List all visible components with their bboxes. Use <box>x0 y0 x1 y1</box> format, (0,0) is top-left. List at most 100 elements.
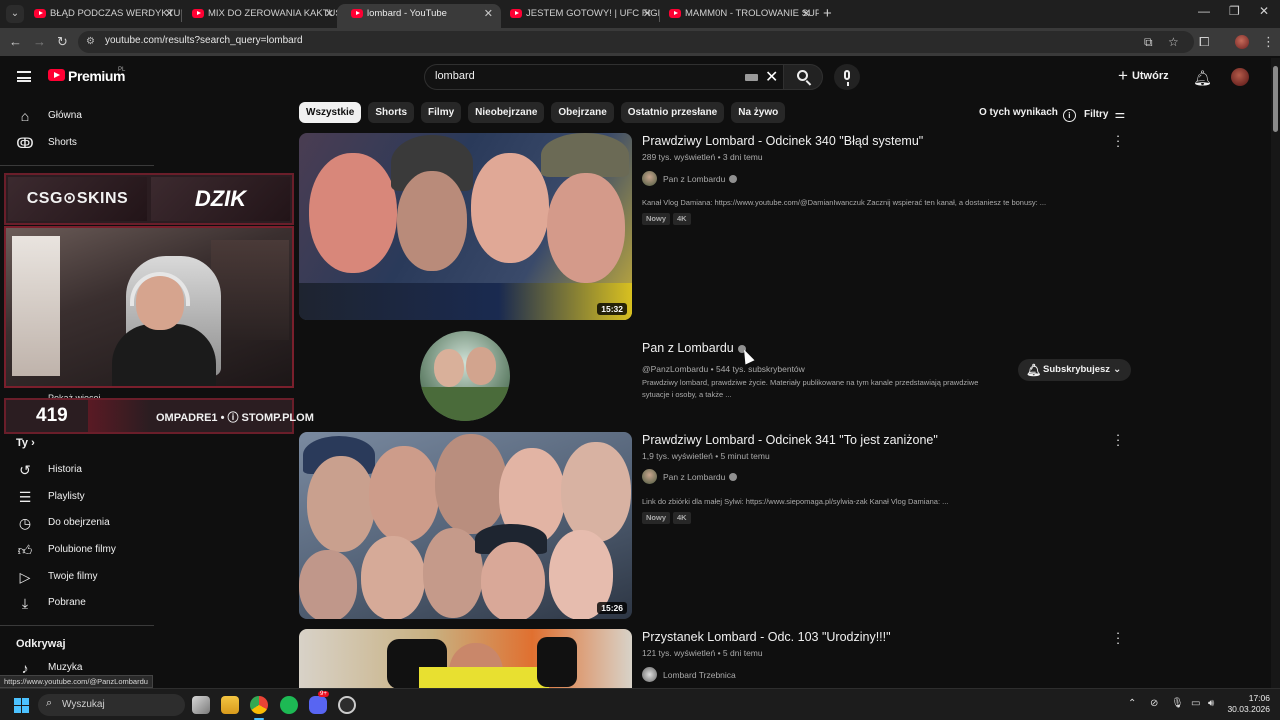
create-button[interactable]: + Utwórz <box>1118 66 1169 88</box>
site-info-icon[interactable]: ⚙ <box>86 36 98 48</box>
network-icon[interactable]: ⊘ <box>1150 698 1158 709</box>
verified-badge-icon <box>729 473 738 481</box>
address-bar[interactable]: ⚙ youtube.com/results?search_query=lomba… <box>78 31 1194 53</box>
chip-live[interactable]: Na żywo <box>731 102 786 123</box>
video-thumbnail[interactable]: 15:26 <box>299 432 632 619</box>
sidebar-divider <box>0 165 154 166</box>
sponsor-logo-dzik: DZIK <box>151 177 290 221</box>
channel-result-handle: @PanzLombardu • 544 tys. subskrybentów <box>642 364 805 374</box>
search-input[interactable]: lombard ✕ <box>424 64 783 90</box>
filter-chips: Wszystkie Shorts Filmy Nieobejrzane Obej… <box>299 102 786 124</box>
new-tab-icon[interactable]: + <box>823 5 832 22</box>
forward-icon[interactable]: → <box>33 34 46 49</box>
restore-icon[interactable]: ❐ <box>1229 4 1240 18</box>
page-scrollbar[interactable] <box>1271 58 1280 688</box>
sidebar-item-history[interactable]: ↺ Historia <box>16 460 156 482</box>
search-button[interactable] <box>783 64 823 90</box>
clear-search-icon[interactable]: ✕ <box>765 67 778 87</box>
more-actions-icon[interactable]: · · · <box>1113 626 1123 649</box>
shorts-icon: ↂ <box>16 135 34 151</box>
back-icon[interactable]: ← <box>9 34 22 49</box>
windows-start-icon[interactable] <box>14 698 29 713</box>
video-description: Kanał Vlog Damiana: https://www.youtube.… <box>642 198 1047 207</box>
youtube-premium-logo[interactable]: Premium <box>68 68 126 84</box>
sidebar-item-home[interactable]: ⌂ Główna <box>16 106 156 128</box>
close-tab-icon[interactable]: ✕ <box>484 4 493 24</box>
channel-avatar[interactable] <box>642 171 657 186</box>
browser-tab[interactable]: BŁĄD PODCZAS WERDYKTU! SA ✕ <box>20 4 182 28</box>
video-thumbnail[interactable]: 15:32 <box>299 133 632 320</box>
chip-shorts[interactable]: Shorts <box>368 102 415 123</box>
browser-tab-active[interactable]: lombard - YouTube ✕ <box>337 4 501 28</box>
display-icon[interactable]: ▭ <box>1191 698 1200 709</box>
video-description: Link do zbiórki dla małej Sylwi: https:/… <box>642 497 949 506</box>
reload-icon[interactable]: ↻ <box>57 34 68 50</box>
taskbar-search[interactable]: ⌕ Wyszukaj <box>38 694 185 716</box>
scrollbar-thumb[interactable] <box>1273 66 1278 132</box>
browser-tab[interactable]: JESTEM GOTOWY! | UFC FIGHT ✕ <box>496 4 660 28</box>
more-actions-icon[interactable]: · · · <box>1113 129 1123 152</box>
address-url[interactable]: youtube.com/results?search_query=lombard <box>105 35 303 46</box>
guide-menu-icon[interactable] <box>17 71 31 82</box>
sidebar-item-shorts[interactable]: ↂ Shorts <box>16 133 156 155</box>
sidebar-item-playlists[interactable]: ☰ Playlisty <box>16 487 156 509</box>
sidebar-item-watch-later[interactable]: ◷ Do obejrzenia <box>16 513 156 535</box>
sidebar-item-downloads[interactable]: ⤓ Pobrane <box>16 593 156 615</box>
stream-counter-banner: 419 OMPADRE1 • ⓘ STOMP.PLOM <box>4 398 314 434</box>
video-thumbnail[interactable] <box>299 629 632 688</box>
chip-videos[interactable]: Filmy <box>421 102 462 123</box>
youtube-logo-icon[interactable] <box>48 69 65 81</box>
channel-avatar[interactable] <box>642 667 657 682</box>
browser-tab[interactable]: MIX DO ZEROWANIA KAKTUSÓW ✕ <box>178 4 342 28</box>
chip-all[interactable]: Wszystkie <box>299 102 362 123</box>
close-tab-icon[interactable]: ✕ <box>165 4 174 24</box>
chip-recently-uploaded[interactable]: Ostatnio przesłane <box>620 102 725 123</box>
browser-tab[interactable]: MAMM0N - TROLOWANIE SUPE ✕ <box>655 4 819 28</box>
taskbar-clock[interactable]: 17:06 30.03.2026 <box>1226 693 1270 715</box>
thumbnail-face <box>423 528 483 618</box>
browser-profile-avatar[interactable] <box>1235 35 1249 49</box>
close-tab-icon[interactable]: ✕ <box>325 4 334 24</box>
channel-avatar[interactable] <box>642 469 657 484</box>
voice-search-button[interactable] <box>834 64 860 90</box>
sidebar-item-liked[interactable]: 👍︎ Polubione filmy <box>16 540 156 562</box>
bookmark-star-icon[interactable]: ☆ <box>1168 35 1179 49</box>
chip-watched[interactable]: Obejrzane <box>551 102 614 123</box>
more-actions-icon[interactable]: · · · <box>1113 428 1123 451</box>
close-tab-icon[interactable]: ✕ <box>802 4 811 24</box>
file-explorer-icon[interactable] <box>221 696 239 714</box>
banner-divider <box>88 400 150 432</box>
volume-icon[interactable]: 🔊︎ <box>1208 698 1214 709</box>
video-title[interactable]: Przystanek Lombard - Odc. 103 "Urodziny!… <box>642 630 891 644</box>
obs-icon[interactable] <box>338 696 356 714</box>
task-view-icon[interactable] <box>192 696 210 714</box>
spotify-icon[interactable] <box>280 696 298 714</box>
close-window-icon[interactable]: ✕ <box>1259 4 1269 18</box>
thumbnail-face <box>561 442 631 542</box>
filters-button[interactable]: Filtry ⚌ <box>1084 107 1125 121</box>
chrome-icon[interactable] <box>250 696 268 714</box>
video-title[interactable]: Prawdziwy Lombard - Odcinek 341 "To jest… <box>642 433 938 447</box>
virtual-keyboard-icon[interactable] <box>745 74 758 81</box>
notifications-bell-icon[interactable]: 🔔︎ <box>1193 69 1212 87</box>
discord-icon[interactable]: 9+ <box>309 691 329 714</box>
sidebar-you-heading[interactable]: Ty › <box>16 437 35 449</box>
channel-result-avatar[interactable] <box>420 331 510 421</box>
video-title[interactable]: Prawdziwy Lombard - Odcinek 340 "Błąd sy… <box>642 134 923 148</box>
subscribed-button[interactable]: 🔔︎ Subskrybujesz ⌄ <box>1018 359 1131 381</box>
thumbnail-face <box>309 153 397 273</box>
about-results-button[interactable]: O tych wynikach i <box>979 107 1076 122</box>
sidebar-item-your-videos[interactable]: ▷ Twoje filmy <box>16 567 156 589</box>
close-tab-icon[interactable]: ✕ <box>643 4 652 24</box>
channel-result-name[interactable]: Pan z Lombardu <box>642 341 746 355</box>
account-avatar[interactable] <box>1231 68 1249 86</box>
browser-menu-icon[interactable]: ⋮ <box>1262 34 1275 50</box>
video-duration: 15:26 <box>597 602 627 614</box>
chip-unwatched[interactable]: Nieobejrzane <box>468 102 545 123</box>
microphone-tray-icon[interactable]: 🎙︎ <box>1171 698 1184 709</box>
search-query-text[interactable]: lombard <box>435 70 475 82</box>
minimize-icon[interactable]: — <box>1198 4 1210 18</box>
tray-overflow-icon[interactable]: ⌃ <box>1128 698 1136 709</box>
cast-icon[interactable]: ⧉ <box>1144 35 1153 50</box>
extensions-icon[interactable]: ⧠ <box>1199 34 1209 50</box>
